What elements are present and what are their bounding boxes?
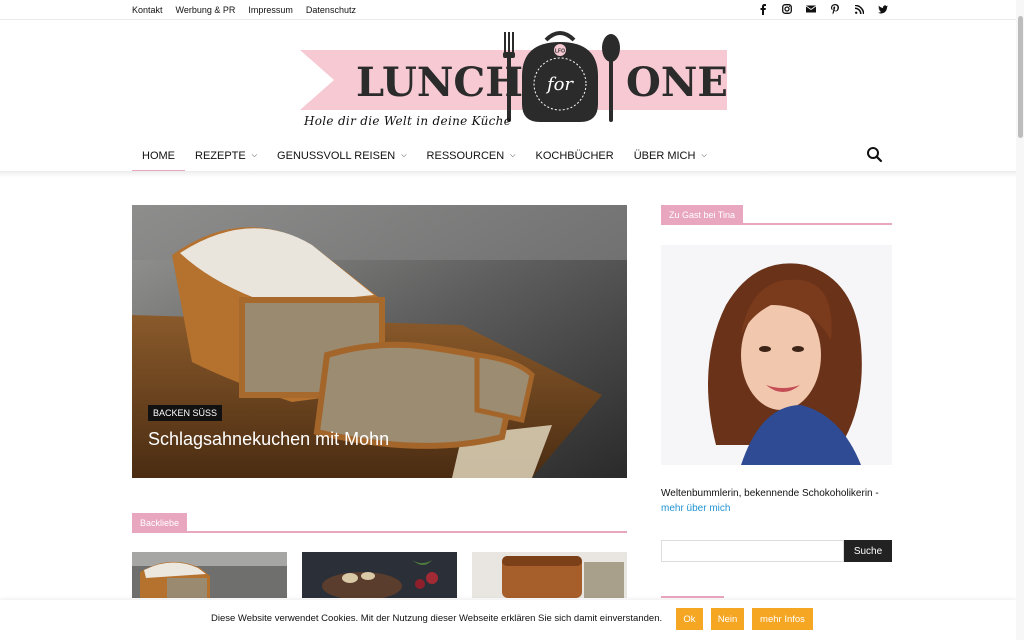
top-bar: Kontakt Werbung & PR Impressum Datenschu… [0,0,1024,20]
nav-item-rezepte[interactable]: REZEPTE ⌵ [185,140,267,172]
thumbnail-image [472,552,627,598]
cookie-ok-button[interactable]: Ok [676,608,703,630]
more-about-me-link[interactable]: mehr über mich [661,501,901,516]
sidebar-widget-title: Zu Gast bei Tina [661,205,744,225]
post-thumbnail[interactable] [472,552,627,598]
twitter-icon[interactable] [878,3,888,15]
cookie-more-info-button[interactable]: mehr Infos [752,608,813,630]
sidebar-search-input[interactable] [661,540,844,562]
chevron-down-icon: ⌵ [510,152,516,159]
cookie-banner: Diese Website verwendet Cookies. Mit der… [0,600,1016,640]
top-link-impressum[interactable]: Impressum [248,5,293,15]
nav-label: ÜBER MICH [633,150,696,162]
nav-item-home[interactable]: HOME [132,140,185,172]
rss-icon[interactable] [854,3,864,15]
author-bio: Weltenbummlerin, bekennende Schokoholike… [661,486,901,516]
page-scrollbar[interactable] [1016,0,1024,640]
post-thumbnail[interactable] [132,552,287,598]
featured-post[interactable]: BACKEN SÜSS Schlagsahnekuchen mit Mohn [132,205,627,478]
pinterest-icon[interactable] [830,3,840,15]
post-thumbnail[interactable] [302,552,457,598]
logo-word-one: ONE [626,59,728,106]
featured-post-title[interactable]: Schlagsahnekuchen mit Mohn [148,429,389,450]
lunchbag-icon: for LFO [522,31,598,122]
section-title: Backliebe [132,513,188,533]
nav-label: KOCHBÜCHER [535,150,614,162]
nav-label: HOME [142,150,175,162]
thumbnail-image [302,552,457,598]
sidebar-widget-title-bar: Zu Gast bei Tina [661,205,892,225]
logo-word-for: for [545,74,574,95]
top-link-datenschutz[interactable]: Datenschutz [306,5,356,15]
chevron-down-icon: ⌵ [401,152,407,159]
nav-label: REZEPTE [195,150,246,162]
social-icons [758,3,888,15]
logo-badge: LFO [555,49,565,55]
category-badge[interactable]: BACKEN SÜSS [148,405,223,421]
nav-shadow [0,171,1016,177]
nav-items: HOME REZEPTE ⌵ GENUSSVOLL REISEN ⌵ RESSO… [132,140,717,172]
instagram-icon[interactable] [782,3,792,15]
cookie-text: Diese Website verwendet Cookies. Mit der… [211,613,663,624]
widget-title-underline [661,596,724,598]
author-portrait [661,245,892,465]
top-link-kontakt[interactable]: Kontakt [132,5,163,15]
top-links: Kontakt Werbung & PR Impressum Datenschu… [132,5,356,15]
nav-item-ueber-mich[interactable]: ÜBER MICH ⌵ [624,140,717,172]
scrollbar-thumb[interactable] [1018,16,1023,138]
main-navigation: HOME REZEPTE ⌵ GENUSSVOLL REISEN ⌵ RESSO… [0,140,1024,172]
top-link-werbung[interactable]: Werbung & PR [176,5,236,15]
facebook-icon[interactable] [758,3,768,15]
sidebar-search-button[interactable]: Suche [844,540,892,562]
author-bio-text: Weltenbummlerin, bekennende Schokoholike… [661,488,879,499]
nav-item-genussvoll-reisen[interactable]: GENUSSVOLL REISEN ⌵ [267,140,417,172]
nav-item-kochbuecher[interactable]: KOCHBÜCHER [525,140,623,172]
section-title-bar: Backliebe [132,513,627,533]
nav-label: GENUSSVOLL REISEN [277,150,396,162]
logo-word-lunch: LUNCH [356,59,523,106]
thumbnail-image [132,552,287,598]
chevron-down-icon: ⌵ [701,152,707,159]
nav-item-ressourcen[interactable]: RESSOURCEN ⌵ [417,140,526,172]
search-icon[interactable] [866,146,884,164]
cookie-decline-button[interactable]: Nein [711,608,744,630]
mail-icon[interactable] [806,3,816,15]
logo-tagline: Hole dir die Welt in deine Küche [304,114,512,128]
chevron-down-icon: ⌵ [251,152,258,159]
nav-label: RESSOURCEN [426,150,505,162]
